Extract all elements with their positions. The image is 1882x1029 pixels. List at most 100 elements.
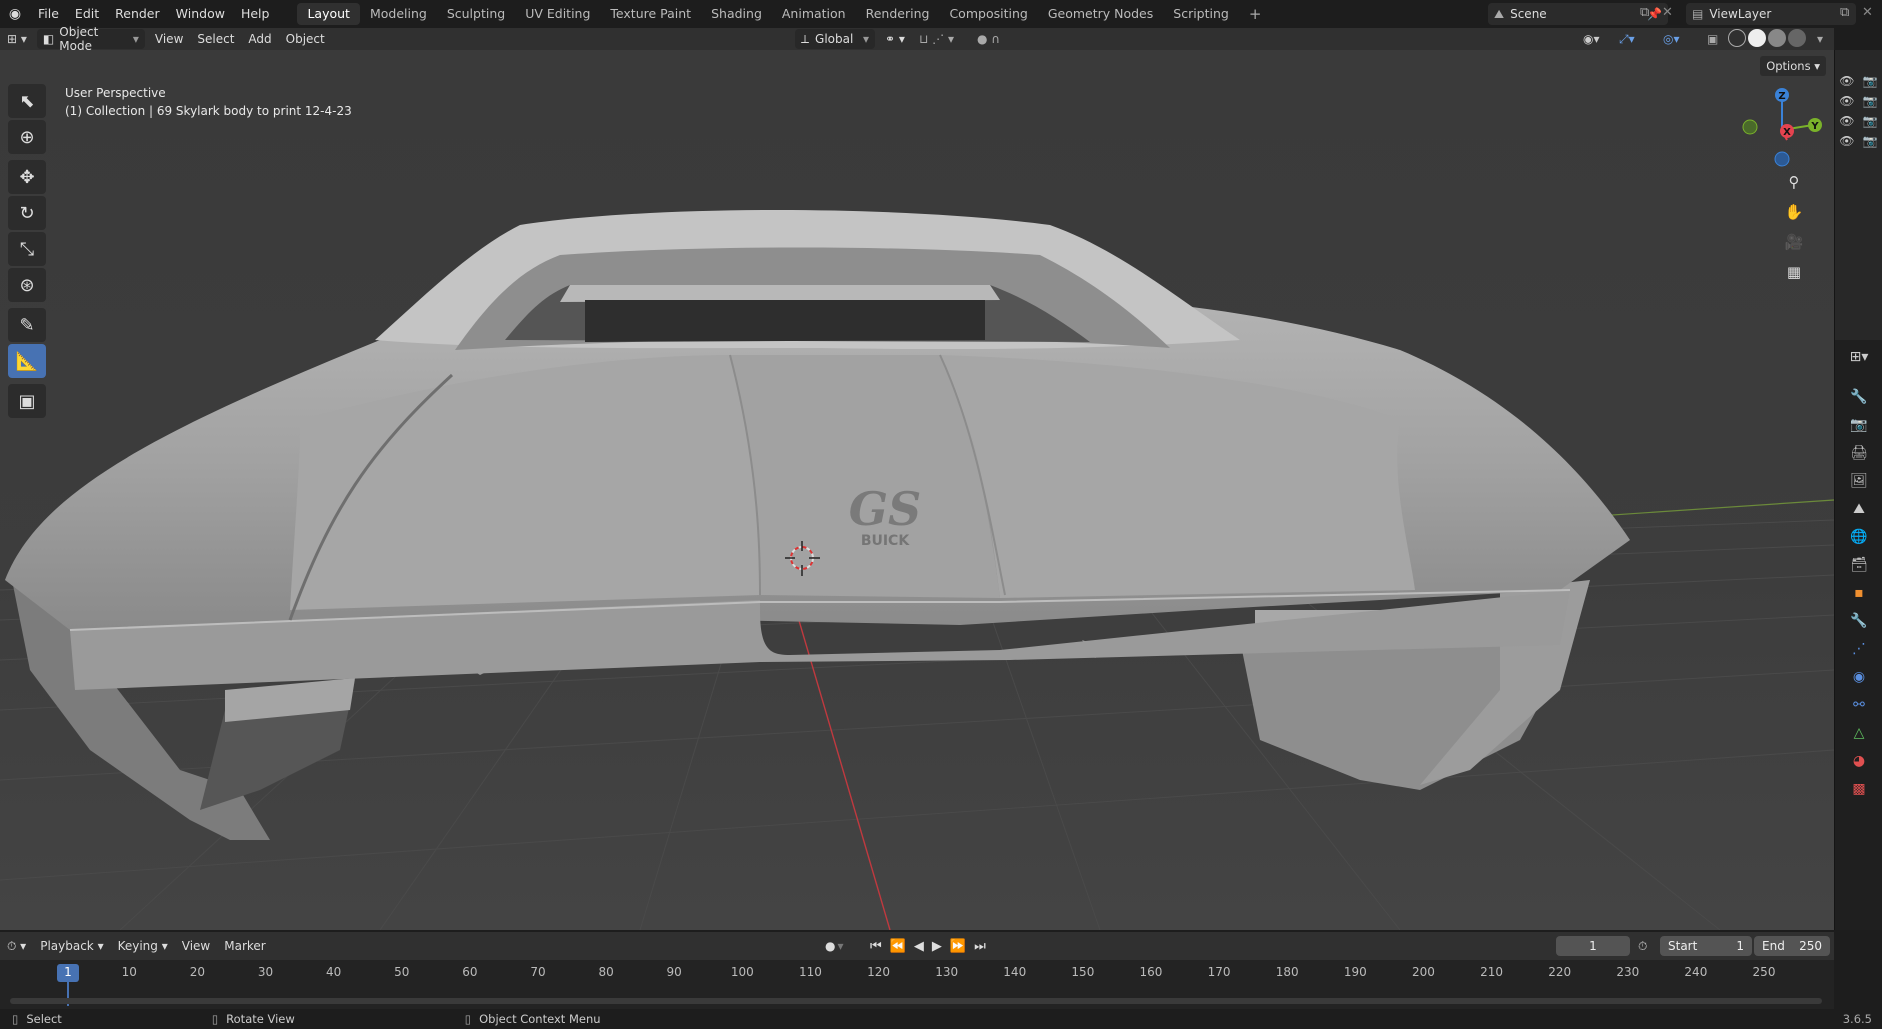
eye-icon[interactable]: 👁 xyxy=(1839,74,1854,94)
eye-icon[interactable]: 👁 xyxy=(1839,114,1854,134)
menu-edit[interactable]: Edit xyxy=(67,0,107,28)
tab-compositing[interactable]: Compositing xyxy=(939,3,1037,25)
scene-props-icon[interactable]: ⛰ xyxy=(1844,496,1874,522)
select-tool-icon[interactable]: ⬉ xyxy=(8,84,46,118)
stopwatch-icon[interactable]: ⏱ xyxy=(1638,939,1647,954)
view-layer-props-icon[interactable]: 🖼 xyxy=(1844,468,1874,494)
physics-props-icon[interactable]: ◉ xyxy=(1844,664,1874,690)
tab-layout[interactable]: Layout xyxy=(297,3,360,25)
tab-shading[interactable]: Shading xyxy=(701,3,772,25)
new-scene-icon[interactable]: ⧉ xyxy=(1640,5,1649,20)
eye-icon[interactable]: 👁 xyxy=(1839,94,1854,114)
prev-keyframe-icon[interactable]: ⏪ xyxy=(890,939,906,954)
pivot-icon[interactable]: ⚭ ▾ xyxy=(878,29,912,49)
new-viewlayer-icon[interactable]: ⧉ xyxy=(1840,5,1849,20)
output-props-icon[interactable]: 🖨 xyxy=(1844,440,1874,466)
navigation-gizmo[interactable]: Z Y X xyxy=(1735,85,1827,177)
render-props-icon[interactable]: 📷 xyxy=(1844,412,1874,438)
material-shading-icon[interactable] xyxy=(1768,29,1786,47)
rotate-tool-icon[interactable]: ↻ xyxy=(8,196,46,230)
material-props-icon[interactable]: ◕ xyxy=(1844,748,1874,774)
properties-editor-icon[interactable]: ⊞▾ xyxy=(1844,344,1874,370)
camera-icon[interactable]: 🎥 xyxy=(1780,228,1808,256)
scale-tool-icon[interactable]: ⤡ xyxy=(8,232,46,266)
menu-file[interactable]: File xyxy=(30,0,67,28)
playback-menu[interactable]: Playback ▾ xyxy=(33,936,110,956)
rendered-shading-icon[interactable] xyxy=(1788,29,1806,47)
play-icon[interactable]: ▶ xyxy=(932,939,942,954)
tab-rendering[interactable]: Rendering xyxy=(856,3,940,25)
tab-texture-paint[interactable]: Texture Paint xyxy=(600,3,701,25)
next-keyframe-icon[interactable]: ⏩ xyxy=(950,939,966,954)
menu-view[interactable]: View xyxy=(148,29,190,49)
gizmo-neg-z[interactable] xyxy=(1774,151,1790,167)
blender-logo-icon[interactable]: ◉ xyxy=(0,0,30,28)
viewlayer-selector[interactable]: ▤ ViewLayer xyxy=(1686,3,1856,25)
current-frame-field[interactable]: 1 xyxy=(1556,936,1630,956)
menu-window[interactable]: Window xyxy=(168,0,233,28)
options-dropdown[interactable]: Options ▾ xyxy=(1760,56,1826,76)
xray-icon[interactable]: ▣ xyxy=(1700,29,1725,49)
camera-render-icon[interactable]: 📷 xyxy=(1863,94,1878,114)
camera-render-icon[interactable]: 📷 xyxy=(1863,114,1878,134)
tab-modeling[interactable]: Modeling xyxy=(360,3,437,25)
remove-viewlayer-icon[interactable]: ✕ xyxy=(1862,5,1873,20)
start-frame-field[interactable]: Start 1 xyxy=(1660,936,1752,956)
eye-icon[interactable]: 👁 xyxy=(1839,134,1854,154)
modifier-props-icon[interactable]: 🔧 xyxy=(1844,608,1874,634)
tab-scripting[interactable]: Scripting xyxy=(1163,3,1239,25)
transform-tool-icon[interactable]: ⊛ xyxy=(8,268,46,302)
menu-object[interactable]: Object xyxy=(279,29,332,49)
mode-dropdown[interactable]: ◧ Object Mode ▾ xyxy=(36,25,145,53)
move-tool-icon[interactable]: ✥ xyxy=(8,160,46,194)
annotate-tool-icon[interactable]: ✎ xyxy=(8,308,46,342)
texture-props-icon[interactable]: ▩ xyxy=(1844,776,1874,802)
gizmo-toggle-icon[interactable]: ⤢▾ xyxy=(1612,29,1642,49)
proportional-edit-icon[interactable]: ● ∩ xyxy=(970,29,1007,49)
menu-help[interactable]: Help xyxy=(233,0,278,28)
camera-render-icon[interactable]: 📷 xyxy=(1863,74,1878,94)
3d-viewport[interactable]: GS BUICK User Perspective (1) Collection… xyxy=(0,50,1834,930)
timeline-view-menu[interactable]: View xyxy=(175,936,217,956)
play-reverse-icon[interactable]: ◀ xyxy=(914,939,924,954)
overlay-toggle-icon[interactable]: ◎▾ xyxy=(1656,29,1687,49)
keying-menu[interactable]: Keying ▾ xyxy=(111,936,175,956)
end-frame-field[interactable]: End 250 xyxy=(1754,936,1830,956)
pan-hand-icon[interactable]: ✋ xyxy=(1780,198,1808,226)
visibility-icon[interactable]: ◉▾ xyxy=(1576,29,1607,49)
collection-props-icon[interactable]: 🗃 xyxy=(1844,552,1874,578)
marker-menu[interactable]: Marker xyxy=(217,936,272,956)
timeline-ruler[interactable]: 1 10 20 30 40 50 60 70 80 90 100 110 120 130 140 150 160… xyxy=(0,960,1834,1012)
wireframe-shading-icon[interactable] xyxy=(1728,29,1746,47)
editor-type-icon[interactable]: ⊞ ▾ xyxy=(0,29,34,49)
menu-add[interactable]: Add xyxy=(241,29,278,49)
chevron-down-icon[interactable]: ▾ xyxy=(837,939,843,953)
jump-start-icon[interactable]: ⏮ xyxy=(870,939,882,954)
snap-icon[interactable]: ⊔ ⋰ ▾ xyxy=(912,29,961,49)
jump-end-icon[interactable]: ⏭ xyxy=(974,939,986,954)
tool-props-icon[interactable]: 🔧 xyxy=(1844,384,1874,410)
timeline-editor-icon[interactable]: ⏱ ▾ xyxy=(0,936,33,956)
orientation-dropdown[interactable]: ⟂ Global ▾ xyxy=(795,29,875,49)
object-props-icon[interactable]: ▪ xyxy=(1844,580,1874,606)
add-cube-tool-icon[interactable]: ▣ xyxy=(8,384,46,418)
particles-props-icon[interactable]: ⋰ xyxy=(1844,636,1874,662)
tab-sculpting[interactable]: Sculpting xyxy=(437,3,515,25)
remove-scene-icon[interactable]: ✕ xyxy=(1662,5,1673,20)
cursor-tool-icon[interactable]: ⊕ xyxy=(8,120,46,154)
camera-render-icon[interactable]: 📷 xyxy=(1863,134,1878,154)
world-props-icon[interactable]: 🌐 xyxy=(1844,524,1874,550)
measure-tool-icon[interactable]: 📐 xyxy=(8,344,46,378)
tab-animation[interactable]: Animation xyxy=(772,3,856,25)
timeline-scrollbar[interactable] xyxy=(10,998,1822,1004)
tab-uv-editing[interactable]: UV Editing xyxy=(515,3,600,25)
solid-shading-icon[interactable] xyxy=(1748,29,1766,47)
data-props-icon[interactable]: △ xyxy=(1844,720,1874,746)
menu-select[interactable]: Select xyxy=(190,29,241,49)
tab-geometry-nodes[interactable]: Geometry Nodes xyxy=(1038,3,1163,25)
record-icon[interactable]: ● xyxy=(825,939,835,953)
shading-options-icon[interactable]: ▾ xyxy=(1810,29,1830,49)
menu-render[interactable]: Render xyxy=(107,0,168,28)
add-workspace-icon[interactable]: + xyxy=(1239,3,1272,25)
ortho-grid-icon[interactable]: ▦ xyxy=(1780,258,1808,286)
